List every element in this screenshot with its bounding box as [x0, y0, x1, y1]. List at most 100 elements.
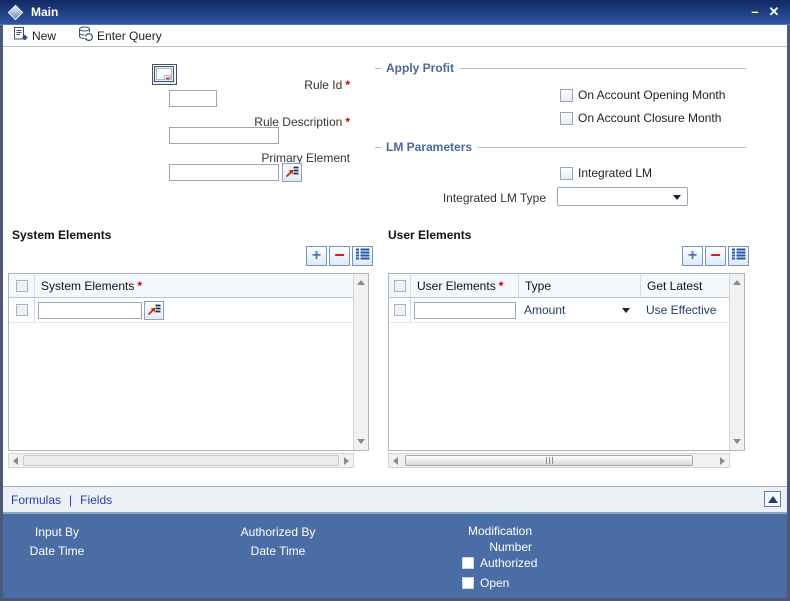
- system-element-input[interactable]: [38, 301, 142, 319]
- system-elements-horizontal-scrollbar[interactable]: [8, 453, 354, 468]
- authorized-by-block: Authorized By Date Time: [223, 523, 333, 561]
- type-column-header: Type: [519, 274, 641, 297]
- toolbar: New Enter Query: [3, 25, 787, 47]
- open-checkbox[interactable]: [462, 577, 474, 589]
- plus-icon: +: [311, 247, 322, 264]
- rule-description-input[interactable]: [169, 127, 279, 144]
- system-elements-table: System Elements *: [8, 273, 369, 451]
- system-elements-column-header: System Elements *: [41, 278, 143, 293]
- on-account-opening-month-row: On Account Opening Month: [560, 88, 725, 102]
- scrollbar-thumb[interactable]: [405, 455, 693, 466]
- footer: Input By Date Time Authorized By Date Ti…: [3, 514, 787, 598]
- apply-profit-section-header: Apply Profit: [375, 61, 746, 75]
- new-button-label: New: [32, 28, 57, 43]
- type-dropdown[interactable]: Amount: [518, 298, 640, 322]
- scroll-left-icon[interactable]: [13, 457, 18, 465]
- row-select-checkbox[interactable]: [15, 304, 28, 316]
- select-all-checkbox[interactable]: [393, 279, 406, 292]
- required-marker: *: [345, 78, 350, 92]
- user-elements-add-row-button[interactable]: +: [682, 246, 703, 266]
- title-bar: Main – ✕: [0, 0, 790, 25]
- system-elements-add-row-button[interactable]: +: [306, 246, 327, 266]
- required-marker: *: [498, 278, 504, 293]
- user-elements-column-header: User Elements *: [411, 274, 519, 297]
- on-account-opening-month-label: On Account Opening Month: [578, 88, 726, 102]
- primary-element-label: Primary Element: [261, 151, 350, 165]
- apply-profit-title: Apply Profit: [386, 61, 454, 75]
- user-elements-header-row: User Elements * Type Get Latest: [389, 274, 744, 298]
- user-elements-grid-buttons: + −: [682, 246, 749, 266]
- authorized-label: Authorized: [480, 556, 538, 570]
- rule-id-input[interactable]: [169, 90, 217, 107]
- formulas-link[interactable]: Formulas: [11, 493, 61, 507]
- system-elements-vertical-scrollbar[interactable]: [353, 274, 368, 450]
- scroll-left-icon[interactable]: [393, 457, 398, 465]
- system-elements-title: System Elements: [12, 228, 112, 242]
- system-elements-delete-row-button[interactable]: −: [329, 246, 350, 266]
- user-elements-delete-row-button[interactable]: −: [705, 246, 726, 266]
- on-account-closure-month-label: On Account Closure Month: [578, 111, 722, 125]
- on-account-closure-month-row: On Account Closure Month: [560, 111, 721, 125]
- user-element-input[interactable]: [414, 301, 516, 319]
- window-diamond-icon: [7, 4, 24, 20]
- link-separator: |: [69, 492, 73, 507]
- input-date-time-label: Date Time: [29, 544, 85, 558]
- integrated-lm-type-dropdown[interactable]: [557, 187, 688, 206]
- enter-query-button[interactable]: Enter Query: [78, 26, 162, 46]
- chevron-down-icon: [622, 308, 630, 313]
- system-element-lov-button[interactable]: [144, 300, 164, 320]
- thumb-grip: [545, 457, 547, 464]
- scroll-up-icon[interactable]: [357, 280, 365, 285]
- scroll-down-icon[interactable]: [357, 439, 365, 444]
- authorized-by-label: Authorized By: [240, 525, 316, 539]
- grid-view-icon: [731, 247, 746, 265]
- system-elements-header-row: System Elements *: [9, 274, 368, 298]
- thumb-grip: [551, 457, 553, 464]
- scroll-up-icon[interactable]: [733, 280, 741, 285]
- system-elements-single-view-button[interactable]: [352, 246, 373, 266]
- collapse-up-button[interactable]: [764, 491, 781, 507]
- user-elements-row: Amount Use Effective: [389, 298, 744, 323]
- header-checkbox-cell: [389, 274, 411, 297]
- minus-icon: −: [334, 244, 345, 265]
- on-account-opening-month-checkbox[interactable]: [560, 88, 573, 102]
- header-checkbox-cell: [9, 274, 35, 297]
- integrated-lm-label: Integrated LM: [578, 166, 653, 180]
- system-elements-row: [9, 298, 368, 323]
- select-all-checkbox[interactable]: [15, 279, 28, 292]
- on-account-closure-month-checkbox[interactable]: [560, 111, 573, 125]
- section-dash: [375, 146, 382, 148]
- integrated-lm-checkbox[interactable]: [560, 166, 573, 180]
- scroll-right-icon[interactable]: [720, 457, 725, 465]
- new-button[interactable]: New: [13, 26, 56, 46]
- grid-view-icon: [355, 247, 370, 265]
- lm-parameters-title: LM Parameters: [386, 140, 473, 154]
- close-button[interactable]: ✕: [765, 4, 783, 20]
- lm-parameters-section-header: LM Parameters: [375, 140, 746, 154]
- scroll-right-icon[interactable]: [344, 457, 349, 465]
- form-window-button[interactable]: [152, 64, 177, 85]
- scroll-down-icon[interactable]: [733, 439, 741, 444]
- authorized-date-time-label: Date Time: [250, 544, 306, 558]
- primary-element-lov-button[interactable]: [282, 163, 302, 182]
- minimize-button[interactable]: –: [746, 4, 764, 20]
- modification-label: Modification: [467, 524, 532, 538]
- chevron-down-icon: [673, 194, 681, 200]
- user-elements-vertical-scrollbar[interactable]: [729, 274, 744, 450]
- row-checkbox-cell: [389, 298, 411, 322]
- authorized-row: Authorized: [462, 556, 537, 570]
- up-arrow-icon: [767, 495, 778, 503]
- user-elements-table: User Elements * Type Get Latest Amount Us…: [388, 273, 745, 451]
- scrollbar-thumb[interactable]: [23, 455, 339, 466]
- user-elements-horizontal-scrollbar[interactable]: [388, 453, 730, 468]
- links-bar: Formulas | Fields: [3, 486, 787, 514]
- new-document-icon: [13, 26, 28, 46]
- authorized-checkbox[interactable]: [462, 557, 474, 569]
- user-elements-single-view-button[interactable]: [728, 246, 749, 266]
- open-row: Open: [462, 576, 509, 590]
- row-select-checkbox[interactable]: [393, 304, 406, 316]
- section-rule: [478, 146, 746, 148]
- fields-link[interactable]: Fields: [80, 493, 112, 507]
- primary-element-input[interactable]: [169, 164, 279, 181]
- thumb-grip: [548, 457, 550, 464]
